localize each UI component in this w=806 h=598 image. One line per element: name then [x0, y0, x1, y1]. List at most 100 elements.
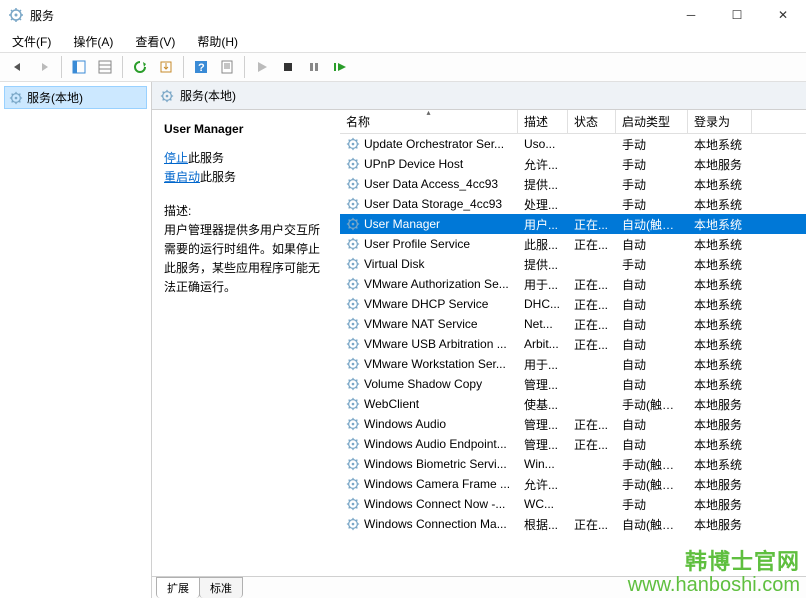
service-row[interactable]: VMware Authorization Se...用于...正在...自动本地…	[340, 274, 806, 294]
svg-text:?: ?	[198, 62, 205, 74]
gear-icon	[346, 217, 360, 231]
menu-help[interactable]: 帮助(H)	[191, 31, 244, 52]
row-status: 正在...	[568, 316, 616, 333]
gear-icon	[9, 91, 23, 105]
gear-icon	[346, 177, 360, 191]
row-name: Update Orchestrator Ser...	[364, 137, 504, 151]
gear-icon	[346, 197, 360, 211]
sort-asc-icon: ▴	[426, 110, 430, 117]
service-row[interactable]: Windows Biometric Servi...Win...手动(触发...…	[340, 454, 806, 474]
service-row[interactable]: WebClient使基...手动(触发...本地服务	[340, 394, 806, 414]
service-row[interactable]: Virtual Disk提供...手动本地系统	[340, 254, 806, 274]
service-row[interactable]: UPnP Device Host允许...手动本地服务	[340, 154, 806, 174]
start-button[interactable]	[250, 55, 274, 79]
restart-link[interactable]: 重启动	[164, 170, 200, 184]
export-button[interactable]	[154, 55, 178, 79]
stop-link[interactable]: 停止	[164, 151, 188, 165]
row-desc: 管理...	[518, 436, 568, 453]
row-status: 正在...	[568, 236, 616, 253]
row-desc: Uso...	[518, 137, 568, 151]
row-login: 本地服务	[688, 516, 752, 533]
menubar: 文件(F) 操作(A) 查看(V) 帮助(H)	[0, 30, 806, 52]
service-row[interactable]: Windows Audio Endpoint...管理...正在...自动本地系…	[340, 434, 806, 454]
col-name[interactable]: 名称▴	[340, 110, 518, 133]
forward-button[interactable]	[32, 55, 56, 79]
service-row[interactable]: User Data Access_4cc93提供...手动本地系统	[340, 174, 806, 194]
gear-icon	[8, 7, 24, 23]
pause-button[interactable]	[302, 55, 326, 79]
gear-icon	[346, 397, 360, 411]
inner-header: 服务(本地)	[152, 82, 806, 110]
list-button[interactable]	[93, 55, 117, 79]
service-row[interactable]: VMware Workstation Ser...用于...自动本地系统	[340, 354, 806, 374]
close-button[interactable]: ✕	[760, 0, 806, 30]
row-name: VMware USB Arbitration ...	[364, 337, 507, 351]
row-start: 自动	[616, 236, 688, 253]
menu-view[interactable]: 查看(V)	[129, 31, 181, 52]
row-name: VMware Authorization Se...	[364, 277, 509, 291]
row-name: Windows Connect Now -...	[364, 497, 505, 511]
help-button[interactable]: ?	[189, 55, 213, 79]
tab-extended[interactable]: 扩展	[156, 577, 200, 598]
minimize-button[interactable]: ─	[668, 0, 714, 30]
row-name: Virtual Disk	[364, 257, 424, 271]
tree-node-services[interactable]: 服务(本地)	[4, 86, 147, 109]
help-icon: ?	[194, 60, 208, 74]
row-login: 本地系统	[688, 376, 752, 393]
row-start: 手动	[616, 256, 688, 273]
service-row[interactable]: VMware NAT ServiceNet...正在...自动本地系统	[340, 314, 806, 334]
refresh-button[interactable]	[128, 55, 152, 79]
col-desc[interactable]: 描述	[518, 110, 568, 133]
row-login: 本地系统	[688, 236, 752, 253]
list-icon	[98, 60, 112, 74]
details-button[interactable]	[67, 55, 91, 79]
gear-icon	[346, 477, 360, 491]
arrow-right-icon	[36, 61, 52, 73]
window-title: 服务	[30, 7, 668, 24]
row-name: Volume Shadow Copy	[364, 377, 482, 391]
service-row[interactable]: User Manager用户...正在...自动(触发...本地系统	[340, 214, 806, 234]
col-start[interactable]: 启动类型	[616, 110, 688, 133]
service-row[interactable]: Windows Audio管理...正在...自动本地服务	[340, 414, 806, 434]
row-start: 自动	[616, 276, 688, 293]
service-row[interactable]: VMware DHCP ServiceDHC...正在...自动本地系统	[340, 294, 806, 314]
service-row[interactable]: Volume Shadow Copy管理...自动本地系统	[340, 374, 806, 394]
service-row[interactable]: Windows Camera Frame ...允许...手动(触发...本地服…	[340, 474, 806, 494]
menu-action[interactable]: 操作(A)	[67, 31, 119, 52]
gear-icon	[346, 437, 360, 451]
row-desc: 用户...	[518, 216, 568, 233]
service-row[interactable]: User Profile Service此服...正在...自动本地系统	[340, 234, 806, 254]
service-row[interactable]: VMware USB Arbitration ...Arbit...正在...自…	[340, 334, 806, 354]
row-status: 正在...	[568, 436, 616, 453]
gear-icon	[346, 157, 360, 171]
play-bar-icon	[333, 61, 347, 73]
service-row[interactable]: Windows Connect Now -...WC...手动本地服务	[340, 494, 806, 514]
row-login: 本地系统	[688, 316, 752, 333]
gear-icon	[346, 137, 360, 151]
properties-button[interactable]	[215, 55, 239, 79]
row-login: 本地服务	[688, 476, 752, 493]
desc-label: 描述:	[164, 202, 328, 221]
row-start: 手动	[616, 496, 688, 513]
row-start: 自动	[616, 436, 688, 453]
tab-standard[interactable]: 标准	[199, 577, 243, 598]
tree-node-label: 服务(本地)	[27, 89, 83, 106]
col-status[interactable]: 状态	[568, 110, 616, 133]
col-login[interactable]: 登录为	[688, 110, 752, 133]
service-row[interactable]: Windows Connection Ma...根据...正在...自动(触发.…	[340, 514, 806, 534]
row-start: 自动	[616, 296, 688, 313]
restart-button[interactable]	[328, 55, 352, 79]
row-start: 自动(触发...	[616, 516, 688, 533]
row-name: User Manager	[364, 217, 440, 231]
maximize-button[interactable]: ☐	[714, 0, 760, 30]
row-desc: 处理...	[518, 196, 568, 213]
back-button[interactable]	[6, 55, 30, 79]
play-icon	[256, 61, 268, 73]
service-name: User Manager	[164, 120, 328, 139]
row-desc: 用于...	[518, 356, 568, 373]
menu-file[interactable]: 文件(F)	[6, 31, 57, 52]
service-row[interactable]: User Data Storage_4cc93处理...手动本地系统	[340, 194, 806, 214]
stop-button[interactable]	[276, 55, 300, 79]
service-row[interactable]: Update Orchestrator Ser...Uso...手动本地系统	[340, 134, 806, 154]
row-status: 正在...	[568, 336, 616, 353]
